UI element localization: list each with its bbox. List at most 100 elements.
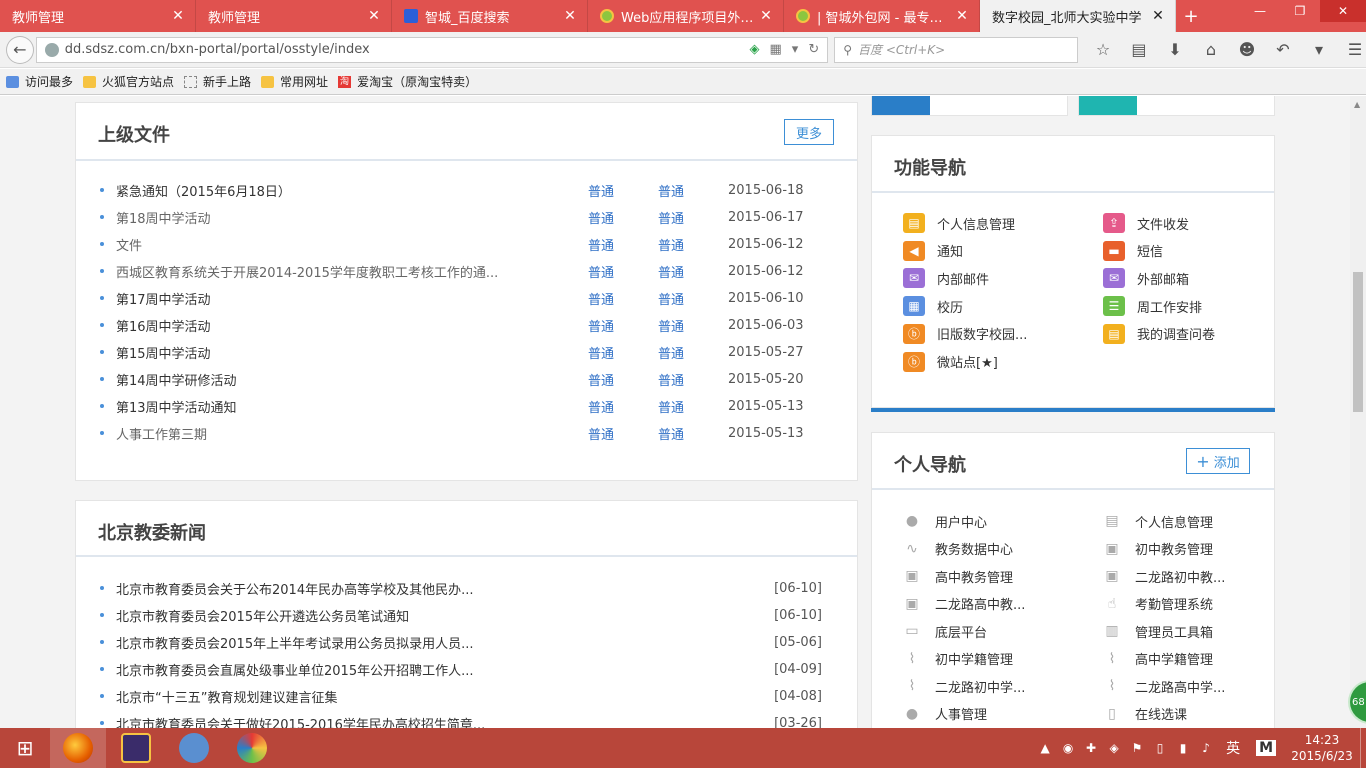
javaee-taskbar-button[interactable] (108, 728, 164, 768)
tab-teacher-mgmt-2[interactable]: 教师管理 ✕ (196, 0, 392, 32)
minimize-icon[interactable]: — (1240, 0, 1280, 22)
personal-nav-item[interactable]: ⌇ 高中学籍管理 (1101, 648, 1213, 670)
function-nav-item[interactable]: ⇪ 文件收发 (1103, 212, 1189, 234)
clock[interactable]: 14:23 2015/6/23 (1284, 732, 1360, 764)
scrollbar-thumb[interactable] (1353, 272, 1363, 412)
chevron-down-icon[interactable]: ▾ (1308, 40, 1330, 59)
news-row[interactable]: 北京市教育委员会关于做好2015-2016学年民办高校招生简章... [03-26… (100, 713, 822, 728)
function-nav-item[interactable]: ✉ 内部邮件 (903, 267, 989, 289)
doc-row[interactable]: 第18周中学活动 普通 普通 2015-06-17 (100, 207, 837, 227)
restore-icon[interactable]: ❐ (1280, 0, 1320, 22)
doc-row[interactable]: 第16周中学活动 普通 普通 2015-06-03 (100, 315, 837, 335)
doc-title[interactable]: 第15周中学活动 (116, 343, 588, 362)
download-icon[interactable]: ⬇ (1164, 40, 1186, 59)
show-desktop-button[interactable] (1360, 728, 1366, 768)
news-row[interactable]: 北京市教育委员会关于公布2014年民办高等学校及其他民办... [06-10] (100, 578, 822, 598)
personal-nav-item[interactable]: ▣ 高中教务管理 (901, 565, 1013, 587)
personal-nav-item[interactable]: ⌇ 二龙路初中学... (901, 675, 1026, 697)
personal-nav-item[interactable]: ∿ 教务数据中心 (901, 538, 1013, 560)
doc-row[interactable]: 西城区教育系统关于开展2014-2015学年度教职工考核工作的通... 普通 普通 2… (100, 261, 837, 281)
doc-row[interactable]: 紧急通知（2015年6月18日） 普通 普通 2015-06-18 (100, 180, 837, 200)
doc-title[interactable]: 第18周中学活动 (116, 208, 588, 227)
ime-mode-icon[interactable]: M (1256, 740, 1276, 756)
bookmark-firefox-site[interactable]: 火狐官方站点 (83, 73, 174, 90)
tray-expand-icon[interactable]: ▲ (1034, 741, 1056, 755)
news-title[interactable]: 北京市教育委员会2015年公开遴选公务员笔试通知 (116, 606, 772, 625)
close-icon[interactable]: ✕ (955, 8, 969, 24)
close-window-icon[interactable]: ✕ (1320, 0, 1366, 22)
personal-nav-item[interactable]: ⌇ 初中学籍管理 (901, 648, 1013, 670)
shield-icon[interactable]: ◈ (1103, 741, 1125, 755)
site-info-icon[interactable] (44, 42, 59, 57)
doc-title[interactable]: 第16周中学活动 (116, 316, 588, 335)
news-row[interactable]: 北京市教育委员会2015年公开遴选公务员笔试通知 [06-10] (100, 605, 822, 625)
close-icon[interactable]: ✕ (367, 8, 381, 24)
news-row[interactable]: 北京市教育委员会2015年上半年考试录用公务员拟录用人员... [05-06] (100, 632, 822, 652)
doc-row[interactable]: 人事工作第三期 普通 普通 2015-05-13 (100, 423, 837, 443)
url-bar[interactable]: dd.sdsz.com.cn/bxn-portal/portal/osstyle… (35, 36, 829, 63)
doc-row[interactable]: 文件 普通 普通 2015-06-12 (100, 234, 837, 254)
dolphin-taskbar-button[interactable] (166, 728, 222, 768)
news-title[interactable]: 北京市教育委员会关于做好2015-2016学年民办高校招生简章... (116, 714, 772, 729)
doc-title[interactable]: 西城区教育系统关于开展2014-2015学年度教职工考核工作的通... (116, 262, 588, 281)
news-row[interactable]: 北京市“十三五”教育规划建议建言征集 [04-08] (100, 686, 822, 706)
close-icon[interactable]: ✕ (171, 8, 185, 24)
firefox-taskbar-button[interactable] (50, 728, 106, 768)
news-title[interactable]: 北京市“十三五”教育规划建议建言征集 (116, 687, 772, 706)
tab-digital-campus[interactable]: 数字校园_北师大实验中学 ✕ (980, 0, 1176, 32)
back-button[interactable]: ← (6, 35, 34, 64)
personal-nav-item[interactable]: ● 用户中心 (901, 510, 987, 532)
qr-code-icon[interactable]: ▦ (770, 42, 782, 57)
paint-taskbar-button[interactable] (224, 728, 280, 768)
reading-list-icon[interactable]: ▤ (1128, 40, 1150, 59)
close-icon[interactable]: ✕ (1151, 8, 1165, 24)
function-nav-item[interactable]: ◀ 通知 (903, 240, 963, 262)
personal-nav-item[interactable]: ▥ 管理员工具箱 (1101, 620, 1213, 642)
doc-title[interactable]: 人事工作第三期 (116, 424, 588, 443)
flag-icon[interactable]: ⚑ (1126, 741, 1148, 755)
personal-nav-item[interactable]: ▯ 在线选课 (1101, 703, 1187, 725)
top-card-2[interactable] (1078, 96, 1275, 116)
emoji-icon[interactable]: ☻ (1236, 40, 1258, 59)
battery-icon[interactable]: ▯ (1149, 741, 1171, 755)
bookmark-common-sites[interactable]: 常用网址 (261, 73, 328, 90)
input-method-indicator[interactable]: 英 (1226, 738, 1240, 758)
bookmark-aitaobao[interactable]: 淘 爱淘宝（原淘宝特卖） (338, 73, 477, 90)
news-row[interactable]: 北京市教育委员会直属处级事业单位2015年公开招聘工作人... [04-09] (100, 659, 822, 679)
doc-title[interactable]: 第17周中学活动 (116, 289, 588, 308)
function-nav-item[interactable]: ✉ 外部邮箱 (1103, 267, 1189, 289)
function-nav-item[interactable]: ⓑ 微站点[★] (903, 351, 998, 373)
tab-baidu-search[interactable]: 智城_百度搜索 ✕ (392, 0, 588, 32)
news-title[interactable]: 北京市教育委员会直属处级事业单位2015年公开招聘工作人... (116, 660, 772, 679)
search-input[interactable]: ⚲ 百度 <Ctrl+K> (834, 36, 1078, 63)
more-button[interactable]: 更多 (784, 119, 834, 145)
personal-nav-item[interactable]: ▣ 二龙路高中教... (901, 593, 1025, 615)
doc-title[interactable]: 文件 (116, 235, 588, 254)
new-tab-button[interactable]: + (1176, 0, 1206, 32)
doc-row[interactable]: 第17周中学活动 普通 普通 2015-06-10 (100, 288, 837, 308)
personal-nav-item[interactable]: ▭ 底层平台 (901, 620, 987, 642)
tab-zhicheng-outsourcing[interactable]: | 智城外包网 - 最专业的... ✕ (784, 0, 980, 32)
news-title[interactable]: 北京市教育委员会关于公布2014年民办高等学校及其他民办... (116, 579, 772, 598)
function-nav-item[interactable]: ☰ 周工作安排 (1103, 295, 1202, 317)
personal-nav-item[interactable]: ▣ 初中教务管理 (1101, 538, 1213, 560)
reload-icon[interactable]: ↻ (808, 42, 819, 57)
volume-icon[interactable]: ♪ (1195, 741, 1217, 755)
dropdown-arrow-icon[interactable]: ▾ (792, 42, 799, 57)
bookmark-most-visited[interactable]: 访问最多 (6, 73, 73, 90)
function-nav-item[interactable]: ▦ 校历 (903, 295, 963, 317)
personal-nav-item[interactable]: ☝ 考勤管理系统 (1101, 593, 1213, 615)
windows-start-icon[interactable]: ⊞ (0, 728, 50, 768)
antivirus-plus-icon[interactable]: ✚ (1080, 741, 1102, 755)
add-button[interactable]: + 添加 (1186, 448, 1250, 474)
function-nav-item[interactable]: ▤ 我的调查问卷 (1103, 323, 1215, 345)
close-icon[interactable]: ✕ (759, 8, 773, 24)
function-nav-item[interactable]: ⓑ 旧版数字校园... (903, 323, 1027, 345)
tab-web-outsourcing[interactable]: Web应用程序项目外包... ✕ (588, 0, 784, 32)
qq-icon[interactable]: ◉ (1057, 741, 1079, 755)
doc-title[interactable]: 紧急通知（2015年6月18日） (116, 181, 588, 200)
vertical-scrollbar[interactable]: ▲ (1350, 96, 1366, 728)
tab-teacher-mgmt-1[interactable]: 教师管理 ✕ (0, 0, 196, 32)
personal-nav-item[interactable]: ⌇ 二龙路高中学... (1101, 675, 1226, 697)
personal-nav-item[interactable]: ● 人事管理 (901, 703, 987, 725)
